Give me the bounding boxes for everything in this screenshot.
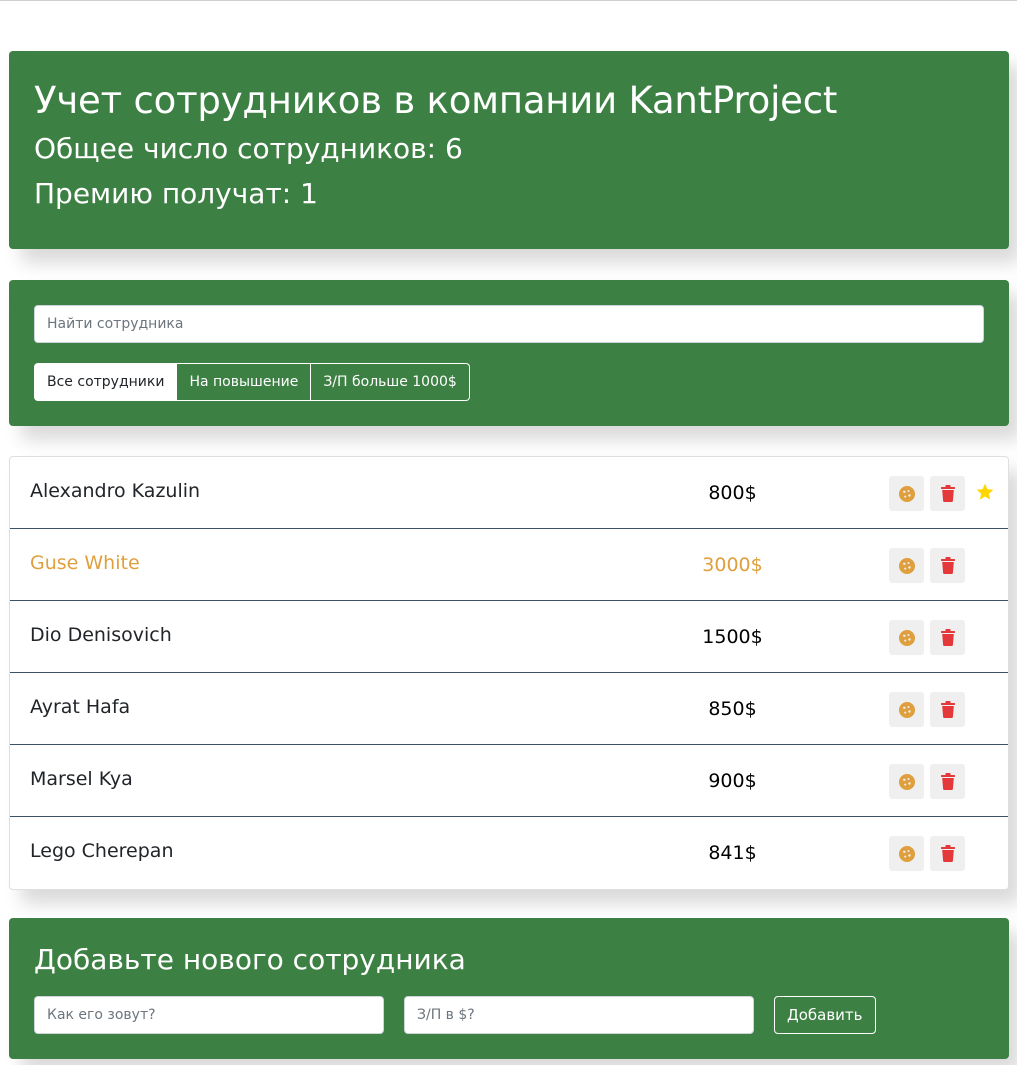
delete-button[interactable] <box>930 764 965 799</box>
employee-salary: 850$ <box>708 698 757 720</box>
trash-icon <box>940 845 955 862</box>
filter-salary-button[interactable]: З/П больше 1000$ <box>311 363 470 401</box>
employee-salary: 900$ <box>708 770 757 792</box>
employee-salary: 1500$ <box>702 626 763 648</box>
trash-icon <box>940 629 955 646</box>
delete-button[interactable] <box>930 476 965 511</box>
add-employee-title: Добавьте нового сотрудника <box>34 943 466 976</box>
increase-button[interactable] <box>889 476 924 511</box>
employee-name[interactable]: Guse White <box>30 551 140 575</box>
employee-row: Dio Denisovich 1500$ <box>10 601 1008 673</box>
trash-icon <box>940 773 955 790</box>
increase-button[interactable] <box>889 836 924 871</box>
bonus-count: Премию получат: 1 <box>34 177 318 210</box>
page-title: Учет сотрудников в компании KantProject <box>34 79 838 122</box>
total-employees-count: Общее число сотрудников: 6 <box>34 132 463 165</box>
trash-icon <box>940 557 955 574</box>
filter-all-button[interactable]: Все сотрудники <box>34 363 178 401</box>
increase-button[interactable] <box>889 620 924 655</box>
employee-row: Marsel Kya 900$ <box>10 745 1008 817</box>
filter-button-group: Все сотрудники На повышение З/П больше 1… <box>34 363 984 401</box>
employee-row: Ayrat Hafa 850$ <box>10 673 1008 745</box>
employee-name[interactable]: Alexandro Kazulin <box>30 479 200 503</box>
cookie-icon <box>898 629 915 646</box>
cookie-icon <box>898 485 915 502</box>
new-employee-salary-input[interactable] <box>404 996 754 1034</box>
employee-name[interactable]: Ayrat Hafa <box>30 695 130 719</box>
delete-button[interactable] <box>930 548 965 583</box>
employee-salary: 800$ <box>708 482 757 504</box>
search-input[interactable] <box>34 305 984 343</box>
employees-list: Alexandro Kazulin 800$ Guse White 3000$ <box>9 456 1009 890</box>
trash-icon <box>940 485 955 502</box>
employee-row: Alexandro Kazulin 800$ <box>10 457 1008 529</box>
employee-name[interactable]: Dio Denisovich <box>30 623 172 647</box>
cookie-icon <box>898 845 915 862</box>
employee-salary: 3000$ <box>702 554 763 576</box>
delete-button[interactable] <box>930 620 965 655</box>
employee-name[interactable]: Marsel Kya <box>30 767 133 791</box>
delete-button[interactable] <box>930 836 965 871</box>
delete-button[interactable] <box>930 692 965 727</box>
app-info-panel: Учет сотрудников в компании KantProject … <box>9 51 1009 249</box>
add-employee-form: Добавить <box>34 996 984 1034</box>
search-panel: Все сотрудники На повышение З/П больше 1… <box>9 280 1009 426</box>
add-employee-panel: Добавьте нового сотрудника Добавить <box>9 918 1009 1059</box>
increase-button[interactable] <box>889 692 924 727</box>
employee-salary: 841$ <box>708 842 757 864</box>
cookie-icon <box>898 701 915 718</box>
cookie-icon <box>898 773 915 790</box>
new-employee-name-input[interactable] <box>34 996 384 1034</box>
employee-row: Guse White 3000$ <box>10 529 1008 601</box>
increase-button[interactable] <box>889 548 924 583</box>
cookie-icon <box>898 557 915 574</box>
star-icon <box>976 483 994 500</box>
filter-increase-button[interactable]: На повышение <box>177 363 312 401</box>
add-employee-button[interactable]: Добавить <box>774 996 876 1034</box>
employee-name[interactable]: Lego Cherepan <box>30 839 174 863</box>
trash-icon <box>940 701 955 718</box>
employee-row: Lego Cherepan 841$ <box>10 817 1008 889</box>
top-divider <box>0 0 1017 1</box>
increase-button[interactable] <box>889 764 924 799</box>
